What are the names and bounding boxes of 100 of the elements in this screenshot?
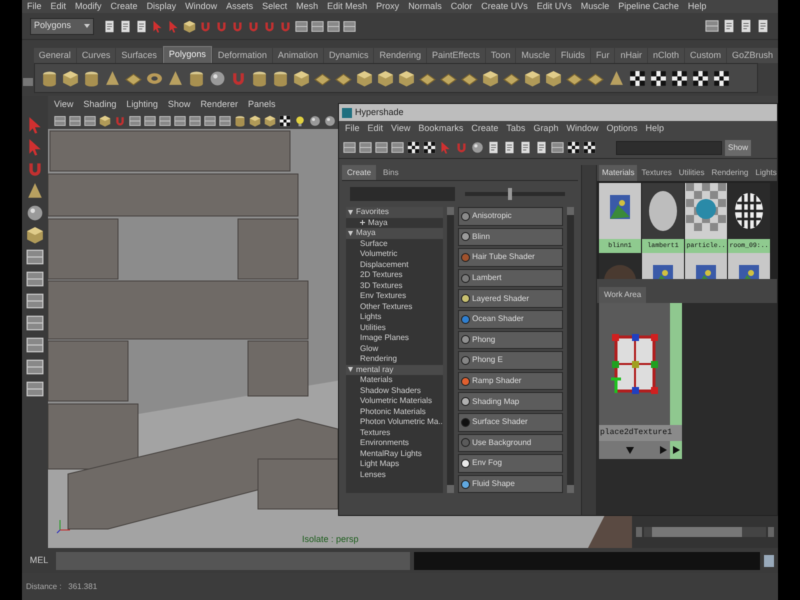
expand-down-icon[interactable]: [626, 446, 634, 454]
cube-icon[interactable]: [398, 70, 415, 86]
menu-item[interactable]: Create UVs: [481, 0, 528, 14]
panel-layout-icon[interactable]: [375, 141, 388, 154]
shelf-tab[interactable]: GoZBrush: [726, 48, 778, 63]
panel-layout-icon[interactable]: [84, 115, 96, 127]
panel-layout-icon[interactable]: [26, 292, 44, 310]
cylinder-icon[interactable]: [40, 70, 58, 86]
menu-item[interactable]: Proxy: [376, 0, 400, 14]
shader-list-item[interactable]: Fluid Shape: [458, 474, 564, 493]
checker-icon[interactable]: [583, 141, 596, 154]
shader-list-item[interactable]: Shading Map: [458, 392, 564, 411]
script-editor-icon[interactable]: [764, 554, 774, 566]
panel-layout-icon[interactable]: [26, 380, 44, 398]
shelf-tab[interactable]: Rendering: [374, 48, 426, 63]
panel-layout-icon[interactable]: [343, 20, 356, 32]
document-icon[interactable]: [756, 19, 770, 33]
document-icon[interactable]: [535, 141, 548, 154]
panel-tab[interactable]: Create: [342, 165, 376, 180]
tree-item[interactable]: Photon Volumetric Ma...: [360, 417, 444, 428]
panel-layout-icon[interactable]: [26, 358, 44, 376]
shader-list-item[interactable]: Layered Shader: [458, 289, 564, 308]
tree-item[interactable]: Textures: [360, 428, 390, 438]
menu-item[interactable]: Shading: [83, 98, 116, 112]
material-tab[interactable]: Rendering: [708, 165, 752, 181]
menu-item[interactable]: Bookmarks: [418, 122, 464, 136]
cone-icon[interactable]: [26, 182, 44, 200]
panel-layout-icon[interactable]: [295, 20, 308, 32]
tree-item[interactable]: Lenses: [360, 470, 386, 480]
sphere-icon[interactable]: [471, 141, 484, 154]
checker-icon[interactable]: [670, 70, 688, 86]
filter-field[interactable]: [350, 187, 455, 201]
cube-icon[interactable]: [524, 70, 541, 86]
shader-list-item[interactable]: Use Background: [458, 434, 564, 452]
sphere-icon[interactable]: [309, 115, 321, 127]
cube-icon[interactable]: [482, 70, 499, 86]
panel-layout-icon[interactable]: [327, 20, 340, 32]
shelf-tab[interactable]: Polygons: [162, 46, 212, 63]
panel-layout-icon[interactable]: [159, 115, 171, 127]
panel-layout-icon[interactable]: [26, 314, 44, 332]
cone-icon[interactable]: [608, 70, 625, 86]
search-field[interactable]: [616, 140, 722, 154]
menu-item[interactable]: View: [54, 98, 74, 112]
cube-icon[interactable]: [183, 20, 196, 32]
document-icon[interactable]: [119, 20, 132, 32]
panel-layout-icon[interactable]: [26, 270, 44, 288]
shader-list-item[interactable]: Phong E: [458, 351, 564, 370]
panel-layout-icon[interactable]: [204, 115, 216, 127]
panel-layout-icon[interactable]: [69, 115, 81, 127]
shelf-tab[interactable]: nHair: [615, 48, 647, 63]
cube-icon[interactable]: [356, 70, 373, 86]
tree-item[interactable]: Env Textures: [360, 291, 406, 302]
cone-icon[interactable]: [166, 70, 184, 86]
command-input-field[interactable]: [56, 552, 410, 570]
checker-icon[interactable]: [423, 141, 436, 154]
shader-list-item[interactable]: Lambert: [458, 268, 564, 288]
panel-layout-icon[interactable]: [189, 115, 201, 127]
cube-icon[interactable]: [26, 226, 44, 244]
tree-item[interactable]: Rendering: [360, 354, 397, 364]
menu-item[interactable]: Edit Mesh: [327, 0, 368, 14]
shelf-tab[interactable]: Surfaces: [116, 48, 162, 63]
menu-item[interactable]: Select: [262, 0, 288, 14]
panel-layout-icon[interactable]: [144, 115, 156, 127]
list-scroll-bar[interactable]: [567, 207, 574, 493]
tree-item[interactable]: Maya: [368, 218, 388, 228]
tree-item[interactable]: Photonic Materials: [360, 406, 426, 417]
cube-icon[interactable]: [376, 70, 394, 86]
tree-item[interactable]: Shadow Shaders: [360, 386, 421, 396]
shader-list-item[interactable]: Surface Shader: [458, 412, 564, 432]
document-icon[interactable]: [739, 19, 753, 33]
checker-icon[interactable]: [712, 70, 730, 86]
sphere-swatch[interactable]: [642, 183, 684, 239]
shader-list-item[interactable]: Env Fog: [458, 454, 564, 473]
menu-item[interactable]: Lighting: [126, 98, 158, 112]
shelf-tab[interactable]: Fur: [590, 48, 614, 63]
shader-list-item[interactable]: Hair Tube Shader: [458, 248, 564, 267]
sphere-icon[interactable]: [324, 115, 336, 127]
cylinder-icon[interactable]: [234, 115, 246, 127]
cylinder-icon[interactable]: [250, 70, 268, 86]
menu-item[interactable]: Edit: [50, 0, 66, 14]
cylinder-icon[interactable]: [188, 70, 205, 86]
menu-item[interactable]: File: [345, 122, 360, 136]
checker-icon[interactable]: [567, 141, 580, 154]
shader-list-item[interactable]: Ramp Shader: [458, 372, 564, 390]
panel-layout-icon[interactable]: [174, 115, 186, 127]
checker-icon[interactable]: [279, 115, 291, 127]
menu-item[interactable]: Display: [146, 0, 176, 14]
menu-item[interactable]: Pipeline Cache: [618, 0, 679, 14]
shelf-tab[interactable]: PaintEffects: [427, 48, 485, 63]
menu-item[interactable]: Normals: [408, 0, 442, 14]
material-tab[interactable]: Utilities: [676, 165, 708, 181]
material-tab[interactable]: Materials: [599, 165, 638, 181]
shelf-tab[interactable]: Animation: [272, 48, 323, 63]
panel-layout-icon[interactable]: [391, 141, 404, 154]
document-icon[interactable]: [103, 20, 116, 32]
menu-item[interactable]: Modify: [75, 0, 102, 14]
scroll-thumb[interactable]: [652, 527, 742, 537]
checker-icon[interactable]: [628, 70, 646, 86]
material-tab[interactable]: Lights: [752, 165, 777, 181]
light-bulb-icon[interactable]: [294, 115, 306, 127]
